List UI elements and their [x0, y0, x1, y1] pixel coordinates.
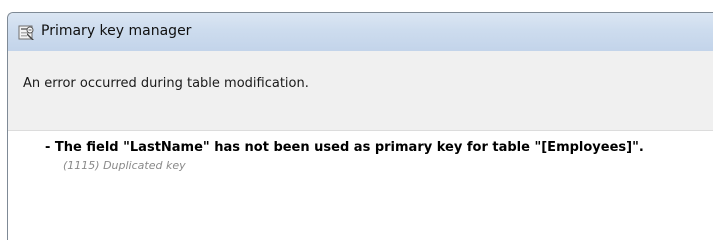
error-message: An error occurred during table modificat…: [23, 76, 309, 91]
window-title: Primary key manager: [41, 23, 192, 39]
dialog-window: Primary key manager An error occurred du…: [7, 12, 713, 240]
app-database-icon: [18, 24, 35, 41]
message-panel: An error occurred during table modificat…: [8, 51, 713, 131]
error-description: - The field "LastName" has not been used…: [45, 140, 644, 155]
error-code: (1115) Duplicated key: [63, 159, 186, 172]
error-details-panel: - The field "LastName" has not been used…: [8, 131, 713, 240]
title-bar[interactable]: Primary key manager: [8, 13, 713, 51]
